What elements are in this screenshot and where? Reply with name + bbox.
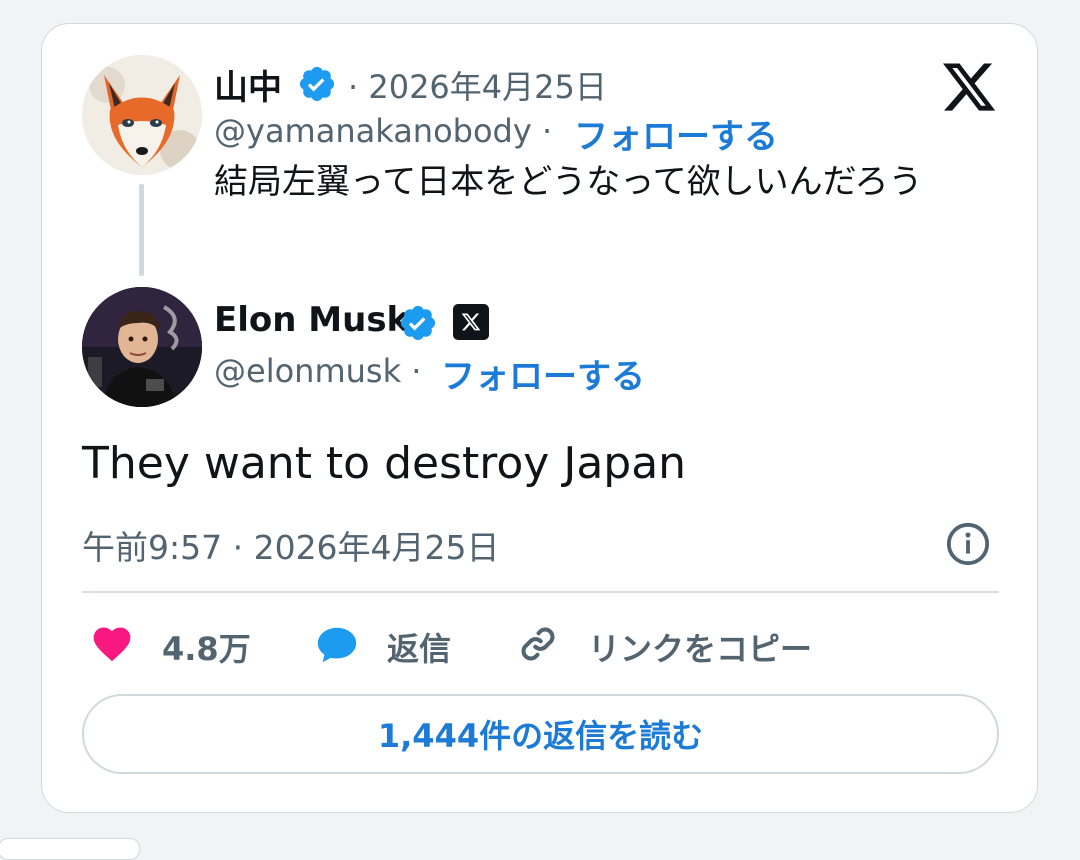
tweet-text: 結局左翼って日本をどうなって欲しいんだろう xyxy=(214,162,923,202)
tweet-date[interactable]: · 2026年4月25日 xyxy=(348,62,607,108)
heart-icon[interactable] xyxy=(90,622,134,666)
thread-connector-line xyxy=(139,184,144,276)
info-icon[interactable] xyxy=(945,521,991,567)
avatar[interactable] xyxy=(82,55,202,175)
follow-button[interactable]: フォローする xyxy=(441,349,645,398)
reply-button-label[interactable]: 返信 xyxy=(387,624,451,670)
author-name[interactable]: 山中 xyxy=(214,60,282,109)
speech-bubble-icon[interactable] xyxy=(313,622,361,668)
author-handle[interactable]: @elonmusk · xyxy=(214,352,421,390)
divider xyxy=(82,591,999,593)
follow-button[interactable]: フォローする xyxy=(574,109,778,158)
elon-avatar-image xyxy=(82,287,202,407)
read-replies-button[interactable]: 1,444件の返信を読む xyxy=(82,694,999,774)
verified-badge-icon xyxy=(299,66,335,102)
like-count[interactable]: 4.8万 xyxy=(162,624,251,670)
next-card-edge xyxy=(0,838,140,860)
author-handle[interactable]: @yamanakanobody · xyxy=(214,112,552,150)
x-logo-icon[interactable] xyxy=(940,58,998,116)
author-name[interactable]: Elon Musk xyxy=(214,300,409,340)
verified-badge-icon xyxy=(400,305,436,341)
fox-avatar-image xyxy=(82,55,202,175)
tweet-timestamp[interactable]: 午前9:57 · 2026年4月25日 xyxy=(82,521,500,569)
read-replies-label: 1,444件の返信を読む xyxy=(377,717,704,755)
link-icon[interactable] xyxy=(516,622,560,666)
avatar[interactable] xyxy=(82,287,202,407)
copy-link-label[interactable]: リンクをコピー xyxy=(588,624,812,670)
x-affiliation-badge-icon xyxy=(453,304,489,340)
tweet-text: They want to destroy Japan xyxy=(82,438,687,489)
tweet-embed-card: 山中 · 2026年4月25日 @yamanakanobody · フォローする… xyxy=(41,23,1038,813)
